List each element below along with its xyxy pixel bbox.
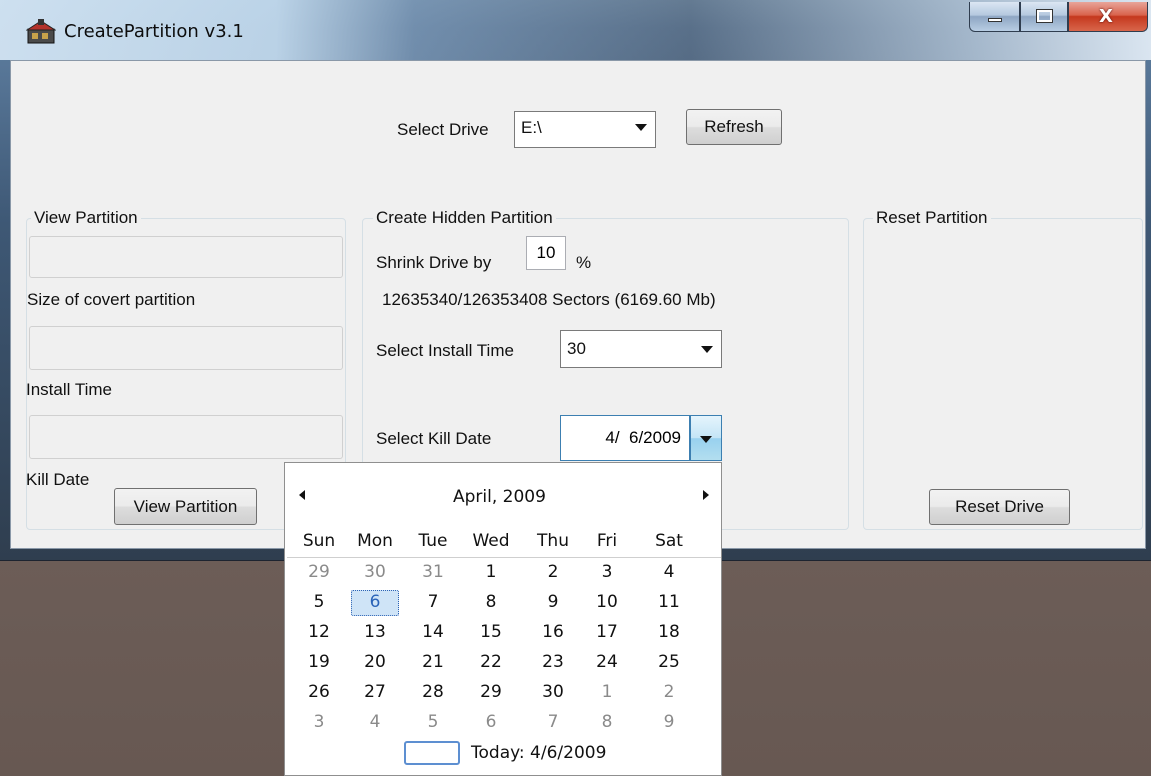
calendar-day[interactable]: 24: [581, 649, 633, 675]
maximize-button[interactable]: [1020, 2, 1068, 32]
calendar-day[interactable]: 30: [349, 559, 401, 585]
close-button[interactable]: X: [1068, 2, 1148, 32]
select-install-time-label: Select Install Time: [376, 341, 514, 360]
install-time-label: Install Time: [26, 380, 112, 399]
calendar-day[interactable]: 2: [643, 679, 695, 705]
calendar-day[interactable]: 13: [349, 619, 401, 645]
calendar-day[interactable]: 4: [349, 709, 401, 735]
covert-size-value: [29, 236, 343, 278]
calendar-day-header: Sun: [302, 531, 336, 551]
calendar-day[interactable]: 17: [581, 619, 633, 645]
window-title: CreatePartition v3.1: [64, 21, 244, 42]
calendar-day[interactable]: 1: [581, 679, 633, 705]
kill-date-picker[interactable]: 4/ 6/2009: [560, 415, 690, 461]
chevron-down-icon: [701, 346, 713, 353]
next-month-icon[interactable]: [703, 490, 709, 500]
calendar-day[interactable]: 15: [465, 619, 517, 645]
maximize-icon: [1036, 9, 1053, 23]
view-partition-title: View Partition: [31, 208, 141, 228]
calendar-day[interactable]: 1: [465, 559, 517, 585]
calendar-day[interactable]: 29: [465, 679, 517, 705]
percent-sign: %: [576, 253, 592, 272]
calendar-day[interactable]: 7: [527, 709, 579, 735]
calendar-day-header: Tue: [418, 531, 448, 551]
calendar-month-label[interactable]: April, 2009: [453, 487, 546, 507]
calendar-day[interactable]: 9: [643, 709, 695, 735]
minimize-icon: [988, 18, 1002, 22]
calendar-day[interactable]: 18: [643, 619, 695, 645]
calendar-day[interactable]: 23: [527, 649, 579, 675]
calendar-day[interactable]: 8: [465, 589, 517, 615]
select-drive-label: Select Drive: [397, 120, 489, 139]
calendar-day[interactable]: 21: [407, 649, 459, 675]
calendar-day[interactable]: 8: [581, 709, 633, 735]
close-icon: X: [1099, 6, 1113, 27]
select-kill-date-label: Select Kill Date: [376, 429, 492, 448]
calendar-day[interactable]: 19: [293, 649, 345, 675]
calendar-day[interactable]: 5: [407, 709, 459, 735]
reset-drive-button[interactable]: Reset Drive: [929, 489, 1070, 525]
calendar-day[interactable]: 6: [465, 709, 517, 735]
today-box-icon[interactable]: [404, 741, 460, 765]
calendar-day[interactable]: 7: [407, 589, 459, 615]
calendar-day[interactable]: 31: [407, 559, 459, 585]
previous-month-icon[interactable]: [299, 490, 305, 500]
calendar-day[interactable]: 3: [293, 709, 345, 735]
calendar-day-header: Thu: [537, 531, 569, 551]
calendar-day-header: Wed: [472, 531, 510, 551]
kill-date-dropdown-button[interactable]: [690, 415, 722, 461]
shrink-drive-label: Shrink Drive by: [376, 253, 492, 272]
calendar-day[interactable]: 12: [293, 619, 345, 645]
calendar-day-headers: Sun Mon Tue Wed Thu Fri Sat: [287, 531, 721, 558]
calendar-day[interactable]: 2: [527, 559, 579, 585]
sectors-info: 12635340/126353408 Sectors (6169.60 Mb): [382, 290, 716, 309]
calendar-day-header: Sat: [655, 531, 683, 551]
today-link[interactable]: Today: 4/6/2009: [471, 743, 606, 763]
calendar-day-selected[interactable]: 6: [349, 589, 401, 615]
calendar-day[interactable]: 20: [349, 649, 401, 675]
calendar-day[interactable]: 26: [293, 679, 345, 705]
minimize-button[interactable]: [969, 2, 1020, 32]
calendar-day[interactable]: 5: [293, 589, 345, 615]
kill-date-value: [29, 415, 343, 459]
install-time-select-value: 30: [567, 339, 586, 358]
drive-select-value: E:\: [521, 118, 542, 137]
drive-select[interactable]: E:\: [514, 111, 656, 148]
chevron-down-icon: [700, 436, 712, 443]
chevron-down-icon: [635, 124, 647, 131]
calendar-day[interactable]: 4: [643, 559, 695, 585]
calendar-day[interactable]: 16: [527, 619, 579, 645]
create-hidden-partition-title: Create Hidden Partition: [373, 208, 556, 228]
calendar-day[interactable]: 27: [349, 679, 401, 705]
install-time-select[interactable]: 30: [560, 330, 722, 368]
refresh-button[interactable]: Refresh: [686, 109, 782, 145]
calendar-day[interactable]: 22: [465, 649, 517, 675]
calendar-day[interactable]: 28: [407, 679, 459, 705]
view-partition-button[interactable]: View Partition: [114, 488, 257, 525]
partition-app-icon: [25, 19, 57, 45]
calendar-day[interactable]: 29: [293, 559, 345, 585]
calendar-day[interactable]: 3: [581, 559, 633, 585]
calendar-day[interactable]: 25: [643, 649, 695, 675]
install-time-value: [29, 326, 343, 370]
shrink-percent-input[interactable]: 10: [526, 236, 566, 270]
kill-date-calendar: April, 2009 Sun Mon Tue Wed Thu Fri Sat 29 30 31…: [284, 462, 722, 776]
kill-date-label: Kill Date: [26, 470, 90, 489]
calendar-day-header: Mon: [357, 531, 393, 551]
calendar-day[interactable]: 30: [527, 679, 579, 705]
reset-partition-title: Reset Partition: [873, 208, 991, 228]
calendar-day[interactable]: 14: [407, 619, 459, 645]
kill-date-value: 4/ 6/2009: [605, 428, 681, 447]
calendar-day[interactable]: 11: [643, 589, 695, 615]
calendar-day[interactable]: 9: [527, 589, 579, 615]
calendar-day-header: Fri: [596, 531, 618, 551]
reset-partition-group: [863, 218, 1143, 530]
calendar-day[interactable]: 10: [581, 589, 633, 615]
covert-size-label: Size of covert partition: [27, 290, 196, 309]
